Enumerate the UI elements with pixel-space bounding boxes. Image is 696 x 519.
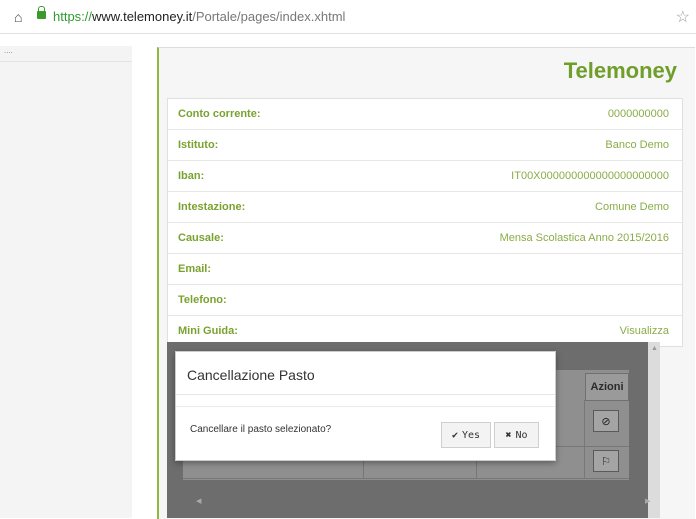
- yes-label: Yes: [461, 429, 481, 441]
- vertical-scrollbar[interactable]: [648, 342, 660, 518]
- info-label: Telefono:: [178, 294, 227, 306]
- dialog-body-divider: [176, 406, 555, 407]
- info-label: Conto corrente:: [178, 108, 261, 120]
- info-label: Email:: [178, 263, 212, 275]
- scroll-left-icon[interactable]: ◀: [196, 497, 201, 505]
- url-field[interactable]: https://www.telemoney.it/Portale/pages/i…: [53, 9, 345, 24]
- info-label: Istituto:: [178, 139, 219, 151]
- yes-button[interactable]: ✔ Yes: [441, 422, 491, 448]
- no-button[interactable]: ✖ No: [494, 422, 539, 448]
- dialog-message: Cancellare il pasto selezionato?: [190, 424, 332, 435]
- info-label: Causale:: [178, 232, 224, 244]
- info-label: Intestazione:: [178, 201, 246, 213]
- scroll-up-icon[interactable]: ▲: [651, 345, 658, 352]
- flag-icon: ⚐: [601, 455, 611, 468]
- cancel-circle-icon: ⊘: [601, 415, 611, 428]
- check-icon: ✔: [451, 429, 458, 441]
- table-divider: [584, 400, 585, 478]
- info-value: IT00X000000000000000000000: [511, 170, 669, 182]
- flag-meal-button[interactable]: ⚐: [593, 450, 619, 472]
- info-row-intestazione: Intestazione: Comune Demo: [168, 192, 682, 223]
- dialog-title: Cancellazione Pasto: [187, 367, 315, 383]
- confirm-dialog: Cancellazione Pasto Cancellare il pasto …: [175, 351, 556, 461]
- mini-guida-link[interactable]: Visualizza: [620, 325, 669, 337]
- info-row-causale: Causale: Mensa Scolastica Anno 2015/2016: [168, 223, 682, 254]
- browser-url-bar: ⌂ https://www.telemoney.it/Portale/pages…: [0, 0, 696, 34]
- account-info-list: Conto corrente: 0000000000 Istituto: Banco…: [167, 98, 683, 347]
- dialog-header-divider: [176, 394, 555, 395]
- lock-icon: [37, 6, 46, 19]
- sidebar-top-strip: [0, 46, 132, 62]
- url-path: /Portale/pages/index.xhtml: [192, 9, 346, 24]
- info-value: Banco Demo: [605, 139, 669, 151]
- info-row-telefono: Telefono:: [168, 285, 682, 316]
- info-label: Iban:: [178, 170, 205, 182]
- no-label: No: [515, 429, 528, 441]
- table-divider: [183, 478, 629, 479]
- info-row-istituto: Istituto: Banco Demo: [168, 130, 682, 161]
- info-row-email: Email:: [168, 254, 682, 285]
- info-row-iban: Iban: IT00X000000000000000000000: [168, 161, 682, 192]
- info-value: Mensa Scolastica Anno 2015/2016: [499, 232, 669, 244]
- info-value: Comune Demo: [595, 201, 669, 213]
- url-domain: www.telemoney.it: [92, 9, 193, 24]
- info-label: Mini Guida:: [178, 325, 238, 337]
- info-row-conto: Conto corrente: 0000000000: [168, 99, 682, 130]
- sidebar: ....: [0, 46, 132, 518]
- delete-meal-button[interactable]: ⊘: [593, 410, 619, 432]
- close-icon: ✖: [505, 429, 512, 441]
- url-scheme: https://: [53, 9, 93, 24]
- brand-title: Telemoney: [563, 58, 677, 83]
- column-header-actions[interactable]: Azioni: [585, 373, 629, 401]
- info-value: 0000000000: [607, 108, 669, 120]
- sidebar-marker: ....: [4, 46, 13, 55]
- bookmark-star-icon[interactable]: ☆: [676, 7, 690, 27]
- scroll-right-icon[interactable]: ▶: [645, 497, 650, 505]
- home-icon[interactable]: ⌂: [14, 9, 22, 25]
